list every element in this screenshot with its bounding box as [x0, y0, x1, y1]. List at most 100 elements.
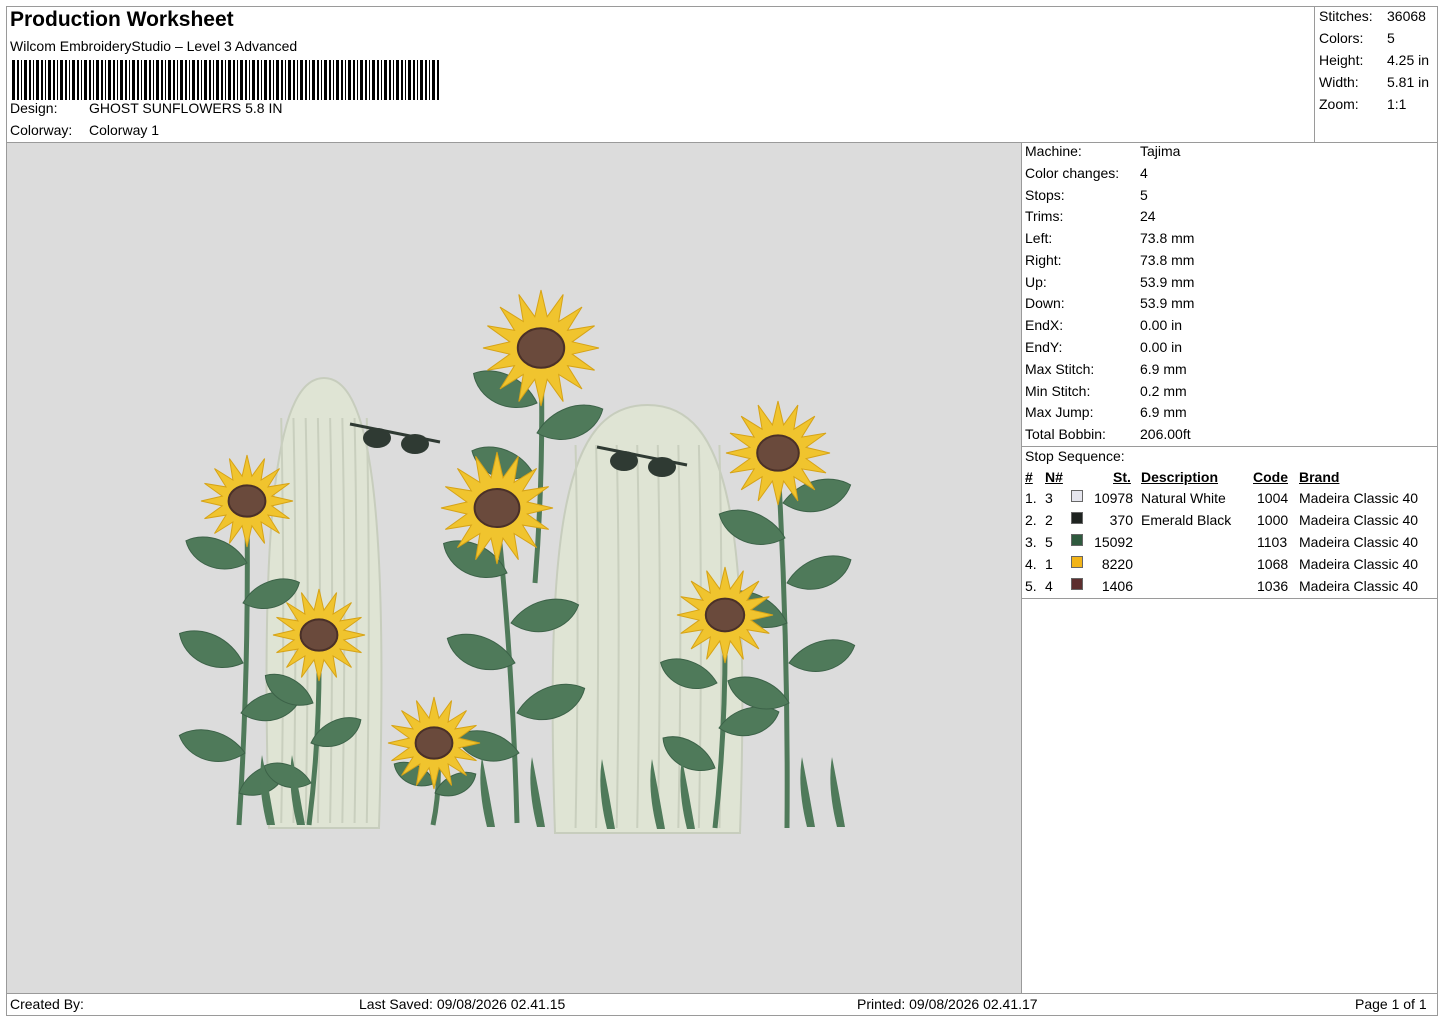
- row-num: 5.: [1025, 578, 1037, 594]
- barcode-bar: [29, 60, 31, 100]
- col-num: #: [1025, 469, 1033, 485]
- colorway-row: Colorway: Colorway 1: [10, 122, 159, 138]
- barcode-bar: [389, 60, 391, 100]
- barcode-bar: [101, 60, 103, 100]
- row-brand: Madeira Classic 40: [1299, 490, 1419, 506]
- grass-blade: [530, 757, 545, 827]
- barcode-bar: [180, 60, 183, 100]
- info-total-bobbin: Total Bobbin: 206.00ft: [1025, 426, 1191, 442]
- row-num: 2.: [1025, 512, 1037, 528]
- barcode-bar: [177, 60, 178, 100]
- barcode-bar: [132, 60, 135, 100]
- barcode-bar: [237, 60, 238, 100]
- barcode-bar: [96, 60, 99, 100]
- barcode-bar: [365, 60, 367, 100]
- row-num: 3.: [1025, 534, 1037, 550]
- barcode-bar: [281, 60, 283, 100]
- summary-width: Width: 5.81 in: [1319, 74, 1430, 90]
- barcode-bar: [48, 60, 51, 100]
- info-right: Right: 73.8 mm: [1025, 252, 1195, 268]
- barcode-bar: [141, 60, 142, 100]
- barcode-bar: [329, 60, 331, 100]
- barcode-bar: [153, 60, 154, 100]
- barcode-bar: [317, 60, 319, 100]
- barcode-bar: [261, 60, 262, 100]
- info-divider: [1022, 446, 1438, 447]
- table-divider: [1022, 598, 1438, 599]
- barcode-bar: [324, 60, 327, 100]
- sunflower-center: [227, 484, 267, 518]
- barcode-bar: [213, 60, 214, 100]
- table-row[interactable]: 4. 1 8220 1068 Madeira Classic 40: [1025, 556, 1435, 576]
- barcode-bar: [345, 60, 346, 100]
- barcode-bar: [57, 60, 58, 100]
- sunflower-center: [704, 597, 746, 633]
- col-code: Code: [1253, 469, 1288, 485]
- printed-date: Printed: 09/08/2026 02.41.17: [857, 996, 1038, 1012]
- colorway-label: Colorway:: [10, 122, 73, 138]
- barcode-bar: [336, 60, 339, 100]
- design-name: GHOST SUNFLOWERS 5.8 IN: [89, 100, 283, 116]
- barcode-bar: [264, 60, 267, 100]
- barcode-bar: [105, 60, 106, 100]
- info-color-changes: Color changes: 4: [1025, 165, 1148, 181]
- row-needle: 3: [1045, 490, 1053, 506]
- table-row[interactable]: 1. 3 10978 Natural White 1004 Madeira Classic…: [1025, 490, 1435, 510]
- row-brand: Madeira Classic 40: [1299, 578, 1419, 594]
- barcode-bar: [369, 60, 370, 100]
- sunflower-center: [473, 487, 521, 529]
- barcode-bar: [293, 60, 295, 100]
- barcode-bar: [225, 60, 226, 100]
- info-max-jump: Max Jump: 6.9 mm: [1025, 404, 1187, 420]
- barcode-bar: [432, 60, 435, 100]
- row-needle: 5: [1045, 534, 1053, 550]
- barcode-bar: [309, 60, 310, 100]
- info-endy: EndY: 0.00 in: [1025, 339, 1183, 355]
- barcode-bar: [36, 60, 39, 100]
- barcode-bar: [197, 60, 199, 100]
- grass-blade: [830, 757, 845, 827]
- info-machine: Machine: Tajima: [1025, 143, 1181, 159]
- row-color-swatch: [1071, 578, 1083, 590]
- barcode-bar: [288, 60, 291, 100]
- barcode-bar: [273, 60, 274, 100]
- info-max-stitch: Max Stitch: 6.9 mm: [1025, 361, 1187, 377]
- leaf: [788, 639, 856, 672]
- barcode-bar: [201, 60, 202, 100]
- barcode-bar: [17, 60, 19, 100]
- glasses-lens: [648, 457, 676, 477]
- barcode-bar: [384, 60, 387, 100]
- page-number: Page 1 of 1: [1355, 996, 1427, 1012]
- sunflower-center: [414, 726, 454, 760]
- sunflower-center: [516, 327, 566, 369]
- row-stitches: 8220: [1101, 556, 1133, 572]
- table-row[interactable]: 2. 2 370 Emerald Black 1000 Madeira Classic 4…: [1025, 512, 1435, 532]
- barcode-bar: [53, 60, 55, 100]
- info-trims: Trims: 24: [1025, 208, 1156, 224]
- flower-stem: [775, 464, 790, 829]
- page-title: Production Worksheet: [10, 8, 234, 31]
- row-stitches: 15092: [1094, 534, 1133, 550]
- table-row[interactable]: 3. 5 15092 1103 Madeira Classic 40: [1025, 534, 1435, 554]
- barcode-bar: [89, 60, 91, 100]
- barcode-bar: [93, 60, 94, 100]
- barcode-bar: [425, 60, 427, 100]
- barcode: [12, 60, 439, 100]
- row-color-swatch: [1071, 556, 1083, 568]
- design-preview[interactable]: [7, 143, 1021, 993]
- barcode-bar: [84, 60, 87, 100]
- row-stitches: 370: [1109, 512, 1133, 528]
- col-stitches: St.: [1113, 469, 1131, 485]
- barcode-bar: [60, 60, 63, 100]
- barcode-bar: [381, 60, 382, 100]
- table-row[interactable]: 5. 4 1406 1036 Madeira Classic 40: [1025, 578, 1435, 598]
- barcode-bar: [420, 60, 423, 100]
- barcode-bar: [204, 60, 207, 100]
- barcode-bar: [249, 60, 250, 100]
- barcode-bar: [216, 60, 219, 100]
- worksheet-header: Production Worksheet Wilcom EmbroiderySt…: [6, 6, 1314, 143]
- barcode-bar: [240, 60, 243, 100]
- design-label: Design:: [10, 100, 58, 116]
- barcode-bar: [165, 60, 166, 100]
- barcode-bar: [117, 60, 118, 100]
